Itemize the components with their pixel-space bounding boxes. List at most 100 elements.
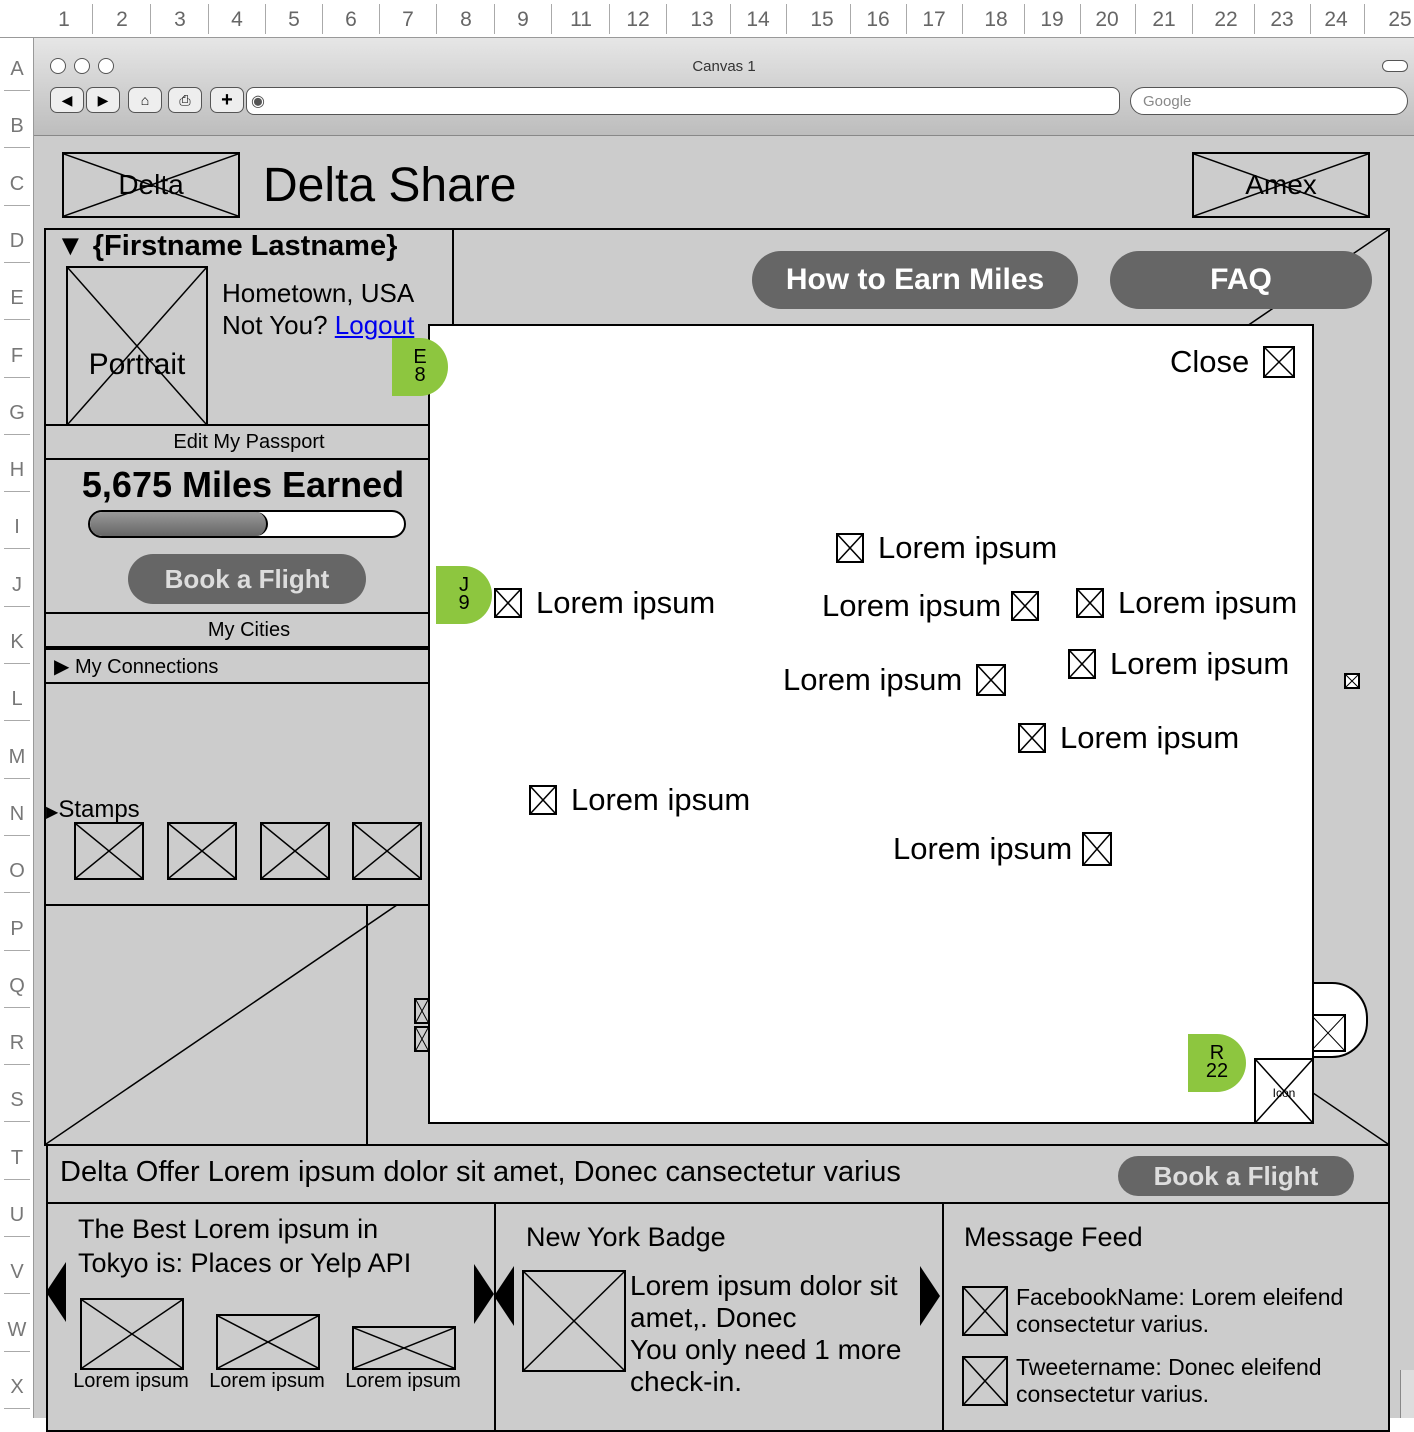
modal-item-label: Lorem ipsum bbox=[822, 588, 1002, 623]
offer-text: Delta Offer Lorem ipsum dolor sit amet, … bbox=[60, 1156, 901, 1188]
ruler-row-label: I bbox=[14, 516, 20, 539]
stamp-image-3[interactable] bbox=[260, 822, 330, 880]
ruler-row-label: U bbox=[9, 1204, 25, 1226]
checkbox-icon bbox=[1082, 832, 1113, 866]
modal-item[interactable]: Lorem ipsum bbox=[1076, 585, 1297, 621]
best-prev-arrow-icon[interactable] bbox=[46, 1262, 66, 1322]
ruler-row-tick bbox=[4, 892, 30, 894]
ruler-row-tick bbox=[4, 663, 30, 664]
modal-icon-image[interactable]: Icon bbox=[1254, 1058, 1314, 1124]
modal-item[interactable]: Lorem ipsum bbox=[783, 662, 1007, 698]
place-image-3[interactable] bbox=[352, 1326, 456, 1370]
ruler-column-tick bbox=[962, 4, 963, 34]
badge-prev-arrow-icon[interactable] bbox=[494, 1266, 514, 1326]
ruler-column-tick bbox=[1364, 4, 1365, 34]
ruler-column-label: 3 bbox=[174, 8, 186, 31]
edit-passport-bar[interactable]: Edit My Passport bbox=[44, 424, 454, 460]
modal-item-label: Lorem ipsum bbox=[1110, 646, 1290, 681]
modal-item[interactable]: Lorem ipsum bbox=[822, 588, 1040, 624]
ruler-column-tick bbox=[666, 4, 667, 34]
address-bar[interactable]: ◉ bbox=[246, 87, 1120, 115]
stamps-heading[interactable]: ▶Stamps bbox=[46, 796, 140, 824]
checkbox-icon bbox=[529, 785, 557, 815]
modal-item[interactable]: Lorem ipsum bbox=[893, 831, 1113, 867]
ruler-column-label: 11 bbox=[570, 8, 592, 31]
ruler-row-tick bbox=[4, 720, 30, 722]
ruler-row-label: G bbox=[9, 401, 25, 424]
ruler-row-tick bbox=[4, 1350, 30, 1352]
stamps-label: Stamps bbox=[58, 796, 140, 823]
ruler-row-label: X bbox=[10, 1375, 24, 1398]
badge-next-arrow-icon[interactable] bbox=[920, 1266, 940, 1326]
annotation-marker-r22: R 22 bbox=[1188, 1034, 1246, 1092]
ruler-column-label: 8 bbox=[460, 8, 472, 31]
small-checkbox-icon[interactable] bbox=[1344, 673, 1360, 689]
miles-progress-fill bbox=[90, 512, 268, 536]
logout-link[interactable]: Logout bbox=[335, 310, 415, 340]
not-you-label: Not You? bbox=[222, 310, 335, 340]
ruler-row-tick bbox=[4, 261, 30, 263]
place-image-2[interactable] bbox=[216, 1314, 320, 1370]
ruler-column-label: 6 bbox=[345, 8, 357, 31]
ruler-row-tick bbox=[4, 777, 30, 779]
modal-close-label: Close bbox=[1170, 344, 1250, 379]
back-icon: ◀ bbox=[61, 91, 73, 108]
faq-button[interactable]: FAQ bbox=[1110, 251, 1372, 309]
ruler-row-tick bbox=[4, 548, 30, 550]
modal-item[interactable]: Lorem ipsum bbox=[494, 585, 715, 621]
ruler-row-tick bbox=[4, 949, 30, 951]
forward-icon: ▶ bbox=[97, 91, 109, 108]
ruler-column-label: 24 bbox=[1324, 8, 1348, 31]
profile-name[interactable]: ▼ {Firstname Lastname} bbox=[56, 230, 397, 263]
modal-close-button[interactable]: Close bbox=[1170, 344, 1296, 380]
forward-button[interactable]: ▶ bbox=[86, 87, 120, 113]
amex-logo-label: Amex bbox=[1245, 169, 1317, 200]
stamp-image-2[interactable] bbox=[167, 822, 237, 880]
badge-text-line2: amet,. Donec bbox=[630, 1302, 797, 1333]
ruler-row-tick bbox=[4, 1236, 30, 1237]
marker-number: 9 bbox=[458, 592, 470, 614]
ruler-column-label: 16 bbox=[866, 8, 890, 31]
vertical-scrollbar[interactable] bbox=[1400, 1370, 1414, 1418]
ruler-row-tick bbox=[4, 605, 30, 607]
delta-logo-label: Delta bbox=[118, 169, 184, 200]
stamp-image-1[interactable] bbox=[74, 822, 144, 880]
twitter-avatar bbox=[962, 1356, 1008, 1406]
ruler-row-label: N bbox=[9, 802, 25, 825]
modal-item-label: Lorem ipsum bbox=[893, 831, 1073, 866]
modal-item[interactable]: Lorem ipsum bbox=[1068, 646, 1289, 682]
my-cities-bar[interactable]: My Cities bbox=[44, 612, 454, 648]
ruler-row-tick bbox=[4, 90, 30, 91]
my-connections-bar[interactable]: ▶ My Connections bbox=[44, 648, 444, 684]
ruler-row-label: B bbox=[10, 115, 24, 138]
modal-item[interactable]: Lorem ipsum bbox=[529, 782, 750, 818]
place-image-1[interactable] bbox=[80, 1298, 184, 1370]
stamp-image-4[interactable] bbox=[352, 822, 422, 880]
search-input[interactable]: Google bbox=[1130, 87, 1408, 115]
checkbox-icon bbox=[1018, 723, 1046, 753]
modal-item-label: Lorem ipsum bbox=[783, 662, 963, 697]
ruler-row-tick bbox=[4, 147, 30, 149]
my-connections-label: ▶ My Connections bbox=[54, 655, 219, 678]
ruler-row-label: R bbox=[9, 1032, 25, 1055]
best-next-arrow-icon[interactable] bbox=[474, 1264, 494, 1324]
toolbar-toggle-button[interactable] bbox=[1382, 60, 1408, 72]
annotation-marker-j9: J9 bbox=[436, 566, 492, 624]
my-cities-label: My Cities bbox=[207, 618, 291, 641]
offer-book-flight-button[interactable]: Book a Flight bbox=[1118, 1156, 1354, 1196]
back-button[interactable]: ◀ bbox=[50, 87, 84, 113]
window-title: Canvas 1 bbox=[692, 58, 756, 75]
add-bookmark-button[interactable]: + bbox=[210, 87, 244, 113]
how-to-earn-miles-button[interactable]: How to Earn Miles bbox=[752, 251, 1078, 309]
ruler-row-label: H bbox=[9, 459, 25, 482]
ruler-column-label: 18 bbox=[984, 8, 1008, 31]
ruler-row-label: F bbox=[10, 344, 24, 367]
modal-item[interactable]: Lorem ipsum bbox=[1018, 720, 1239, 756]
sidebar-book-flight-button[interactable]: Book a Flight bbox=[128, 554, 366, 604]
checkbox-icon bbox=[1011, 591, 1040, 621]
modal-item[interactable]: Lorem ipsum bbox=[836, 530, 1057, 566]
stamps-arrow-icon: ▶ bbox=[46, 804, 59, 821]
print-button[interactable]: ⎙ bbox=[168, 87, 202, 113]
home-button[interactable]: ⌂ bbox=[128, 87, 162, 113]
ruler-row-tick bbox=[4, 834, 30, 836]
